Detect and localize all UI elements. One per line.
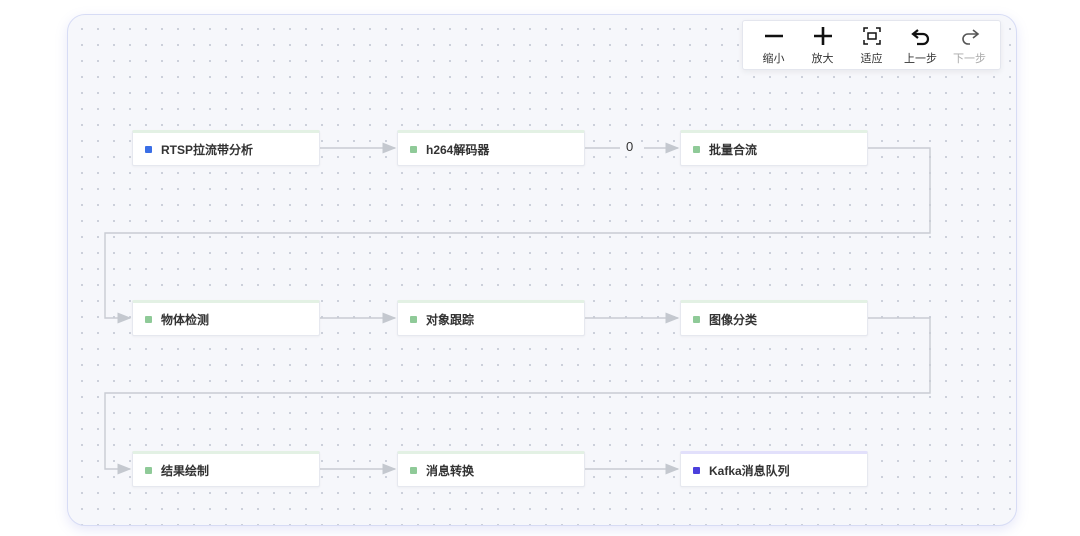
redo-button[interactable]: 下一步 — [947, 25, 993, 66]
node-label: h264解码器 — [426, 142, 490, 157]
node-label: 消息转换 — [426, 463, 475, 478]
zoom-in-button[interactable]: 放大 — [800, 25, 846, 66]
node-status-dot — [145, 315, 152, 323]
zoom-out-label: 缩小 — [762, 52, 785, 65]
node-label: 结果绘制 — [161, 463, 210, 478]
node-label: RTSP拉流带分析 — [161, 142, 254, 157]
node-status-dot — [145, 466, 152, 474]
node-label: 图像分类 — [709, 312, 758, 327]
edge-label-h264-batch: 0 — [623, 139, 637, 154]
node-batch[interactable]: 批量合流 — [680, 130, 868, 166]
node-label: 物体检测 — [161, 312, 210, 327]
fit-view-label: 适应 — [860, 52, 883, 65]
node-label: Kafka消息队列 — [709, 463, 790, 478]
zoom-out-button[interactable]: 缩小 — [751, 25, 797, 66]
node-track[interactable]: 对象跟踪 — [397, 300, 585, 336]
node-classify[interactable]: 图像分类 — [680, 300, 868, 336]
node-convert[interactable]: 消息转换 — [397, 451, 585, 487]
fit-screen-icon — [862, 26, 881, 45]
node-label: 批量合流 — [709, 142, 758, 157]
node-status-dot — [693, 315, 700, 323]
plus-icon — [813, 26, 832, 45]
node-status-dot — [410, 466, 417, 474]
redo-label: 下一步 — [953, 52, 986, 65]
flow-canvas[interactable] — [67, 14, 1017, 526]
undo-button[interactable]: 上一步 — [898, 25, 944, 66]
node-h264[interactable]: h264解码器 — [397, 130, 585, 166]
node-label: 对象跟踪 — [426, 312, 475, 327]
redo-icon — [961, 28, 979, 45]
node-detect[interactable]: 物体检测 — [132, 300, 320, 336]
node-draw[interactable]: 结果绘制 — [132, 451, 320, 487]
undo-icon — [910, 28, 929, 45]
node-status-dot — [410, 145, 417, 153]
node-kafka[interactable]: Kafka消息队列 — [680, 451, 868, 487]
node-status-dot — [693, 466, 700, 474]
undo-label: 上一步 — [904, 52, 937, 65]
node-status-dot — [145, 145, 152, 153]
zoom-in-label: 放大 — [811, 52, 834, 65]
fit-view-button[interactable]: 适应 — [849, 25, 895, 66]
minus-icon — [764, 34, 783, 37]
canvas-toolbar: 缩小 放大 适应 上一步 下一步 — [742, 20, 1001, 70]
node-status-dot — [410, 315, 417, 323]
node-status-dot — [693, 145, 700, 153]
node-rtsp[interactable]: RTSP拉流带分析 — [132, 130, 320, 166]
